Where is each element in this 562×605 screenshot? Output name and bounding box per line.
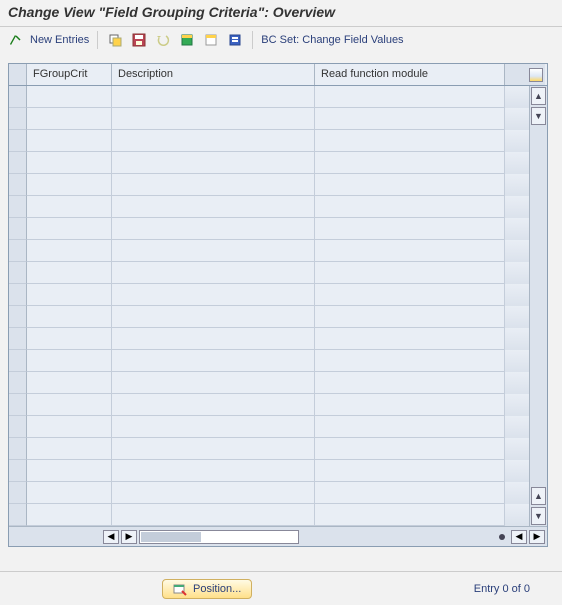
scroll-right2-icon[interactable]: ▶ [529, 530, 545, 544]
entry-counter: Entry 0 of 0 [474, 583, 530, 595]
table-row[interactable] [9, 372, 529, 394]
table-row[interactable] [9, 108, 529, 130]
table-row[interactable] [9, 130, 529, 152]
grid-rows [9, 86, 529, 526]
save-icon[interactable] [130, 31, 148, 49]
toggle-icon[interactable] [6, 31, 24, 49]
copy-icon[interactable] [106, 31, 124, 49]
page-title: Change View "Field Grouping Criteria": O… [8, 4, 335, 20]
table-row[interactable] [9, 416, 529, 438]
table-row[interactable] [9, 218, 529, 240]
horizontal-scrollbar[interactable]: ◀ ▶ ◀ ▶ [9, 526, 547, 546]
scroll-left2-icon[interactable]: ◀ [511, 530, 527, 544]
scroll-down-icon[interactable]: ▼ [531, 107, 546, 125]
table-row[interactable] [9, 196, 529, 218]
scroll-right-icon[interactable]: ▶ [121, 530, 137, 544]
table-row[interactable] [9, 86, 529, 108]
print-icon[interactable] [226, 31, 244, 49]
header: Change View "Field Grouping Criteria": O… [0, 0, 562, 27]
table-row[interactable] [9, 504, 529, 526]
table-row[interactable] [9, 350, 529, 372]
footer: Position... Entry 0 of 0 [0, 571, 562, 605]
scroll-down2-icon[interactable]: ▼ [531, 507, 546, 525]
position-label: Position... [193, 583, 241, 595]
table-row[interactable] [9, 306, 529, 328]
table-row[interactable] [9, 240, 529, 262]
vertical-scrollbar[interactable]: ▲ ▼ ▲ ▼ [529, 86, 547, 526]
select-all-icon[interactable] [178, 31, 196, 49]
grid-config-button[interactable] [505, 64, 545, 85]
column-header-read-function[interactable]: Read function module [315, 64, 505, 85]
toolbar: New Entries BC Set: Change Field Values [0, 27, 562, 53]
position-button[interactable]: Position... [162, 579, 252, 599]
table-row[interactable] [9, 262, 529, 284]
scroll-up2-icon[interactable]: ▲ [531, 487, 546, 505]
table-row[interactable] [9, 460, 529, 482]
scroll-left-icon[interactable]: ◀ [103, 530, 119, 544]
undo-icon[interactable] [154, 31, 172, 49]
table-row[interactable] [9, 174, 529, 196]
column-header-fgroupcrit[interactable]: FGroupCrit [27, 64, 112, 85]
table-row[interactable] [9, 328, 529, 350]
deselect-all-icon[interactable] [202, 31, 220, 49]
table-row[interactable] [9, 438, 529, 460]
position-icon [173, 582, 187, 596]
grid-header: FGroupCrit Description Read function mod… [9, 64, 547, 86]
scroll-up-icon[interactable]: ▲ [531, 87, 546, 105]
table-row[interactable] [9, 394, 529, 416]
table-row[interactable] [9, 482, 529, 504]
table-row[interactable] [9, 152, 529, 174]
column-header-description[interactable]: Description [112, 64, 315, 85]
content-area: www.tutorialkart.com FGroupCrit Descript… [0, 53, 562, 568]
grid: FGroupCrit Description Read function mod… [8, 63, 548, 547]
bc-set-button[interactable]: BC Set: Change Field Values [261, 34, 403, 46]
new-entries-button[interactable]: New Entries [30, 34, 89, 46]
table-row[interactable] [9, 284, 529, 306]
